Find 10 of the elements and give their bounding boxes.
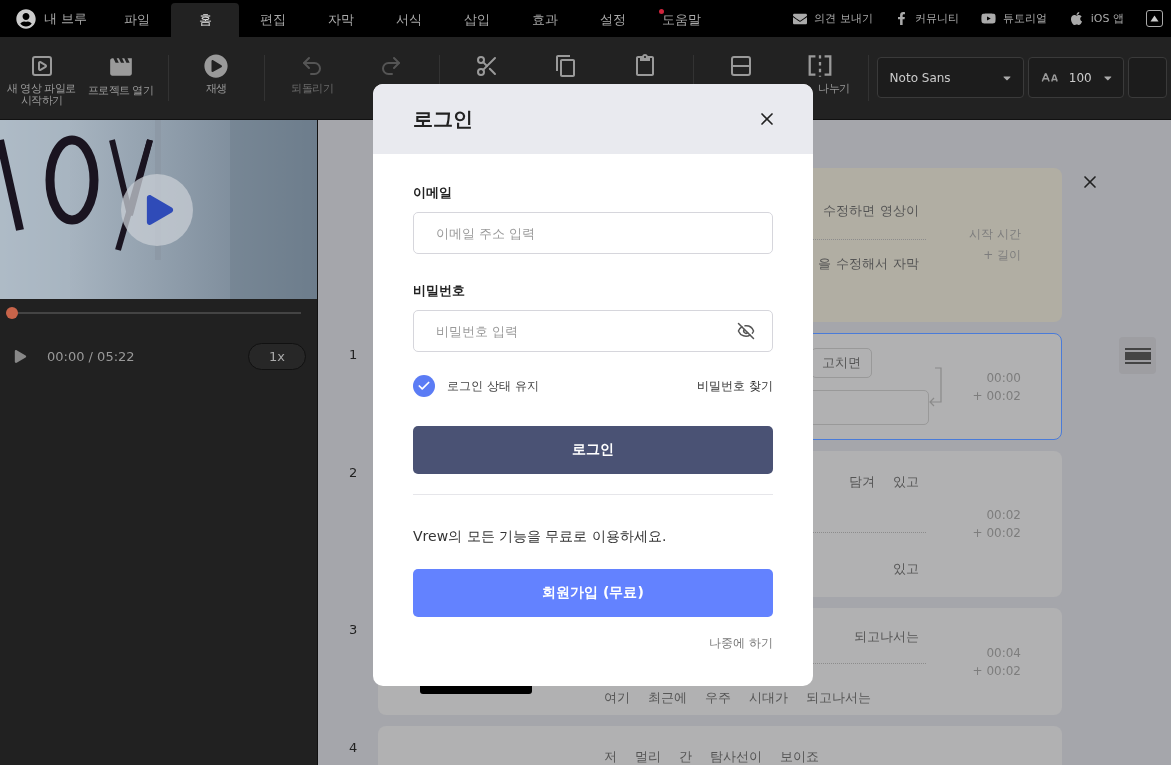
row-number: 1 <box>348 346 359 364</box>
row-number: 4 <box>348 739 359 757</box>
field-label: 비밀번호 <box>413 282 466 300</box>
promo-text: Vrew의 모든 기능을 무료로 이용하세요. <box>413 528 668 546</box>
field-label: 이메일 <box>413 184 453 202</box>
dialog-title: 로그인 <box>413 105 473 133</box>
row-number: 2 <box>348 464 359 482</box>
playback-time: 00:00 / 05:22 <box>47 349 135 364</box>
row-number: 3 <box>348 621 359 639</box>
checkbox-label: 로그인 상태 유지 <box>447 377 539 395</box>
